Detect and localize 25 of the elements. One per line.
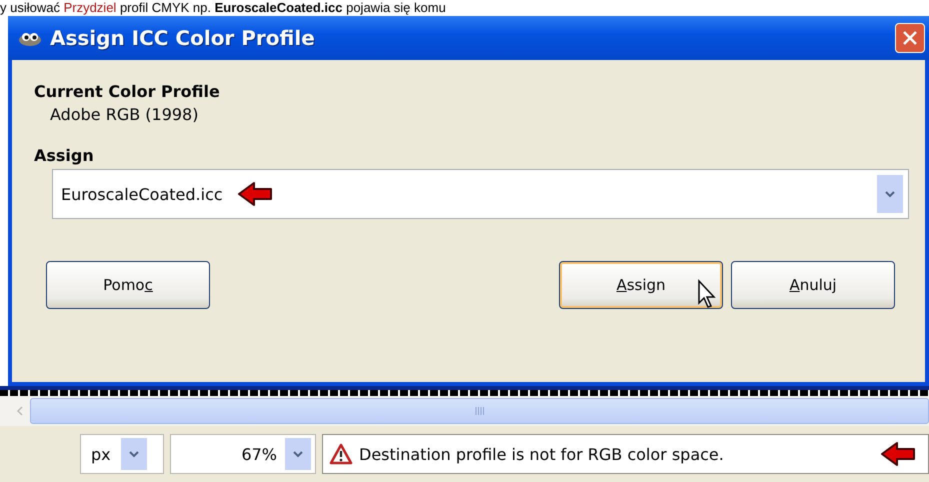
dropdown-button[interactable] [120,438,147,470]
chevron-icon [16,406,22,416]
dialog-button[interactable]: Anuluj [731,261,895,309]
status-message: Destination profile is not for RGB color space. [359,444,724,464]
zoom-dropdown[interactable]: 67% [170,434,316,474]
dialog-button[interactable]: Pomoc [46,261,210,309]
profile-name: Adobe RGB (1998) [50,105,200,124]
dropdown-button[interactable] [876,174,904,214]
dropdown-button[interactable] [285,438,311,470]
window-title: Assign ICC Color Profile [50,26,316,50]
caption-text: y usiłować Przydziel profil CMYK np. EuroscaleCoated.icc pojawia się komu [0,0,447,16]
arrow-icon [236,181,275,207]
dialog-button[interactable]: Assign [559,261,723,309]
unit-dropdown[interactable]: px [80,434,164,474]
chevron-icon [885,190,895,198]
arrow-icon [880,441,918,467]
section-heading: Assign [34,146,95,165]
chevron-icon [128,450,139,458]
section-heading: Current Color Profile [34,82,221,101]
profile-dropdown[interactable]: EuroscaleCoated.icc [52,169,909,219]
close-icon [902,30,918,46]
grip-icon [474,407,484,415]
close-button[interactable] [895,23,925,53]
chevron-icon [293,450,303,458]
warning-icon [329,443,353,465]
